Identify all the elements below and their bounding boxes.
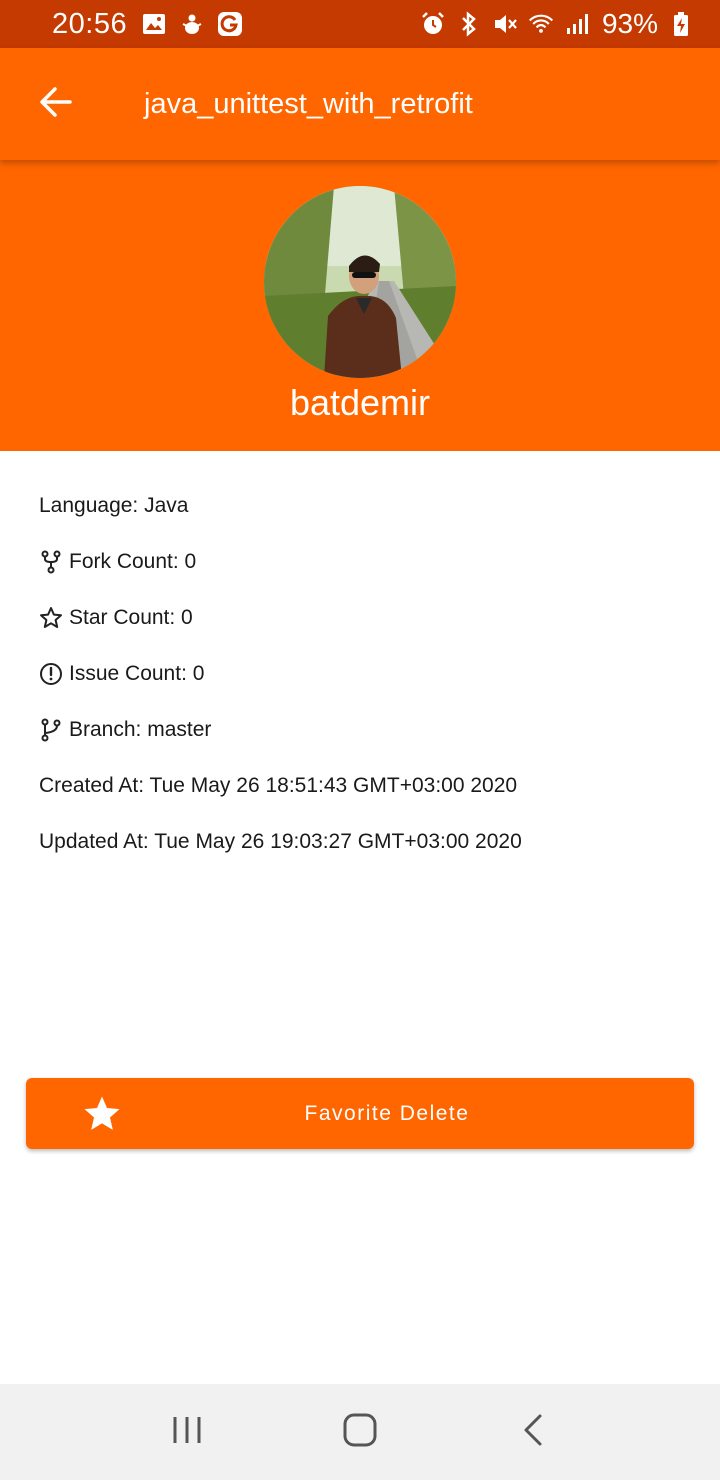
detail-language: Language: Java — [39, 478, 679, 534]
star-count-text: Star Count: 0 — [69, 606, 193, 629]
created-at-text: Created At: Tue May 26 18:51:43 GMT+03:0… — [39, 774, 518, 797]
detail-star-count: Star Count: 0 — [39, 590, 679, 646]
detail-updated-at: Updated At: Tue May 26 19:03:27 GMT+03:0… — [39, 814, 679, 870]
recents-icon — [171, 1414, 203, 1451]
star-icon — [82, 1094, 122, 1134]
alarm-icon — [420, 11, 446, 37]
image-icon — [141, 11, 167, 37]
arrow-back-icon — [38, 84, 74, 125]
branch-icon — [39, 718, 63, 742]
detail-fork-count: Fork Count: 0 — [39, 534, 679, 590]
back-nav-button[interactable] — [493, 1392, 573, 1472]
status-bar: 20:56 93% — [0, 0, 720, 48]
status-time: 20:56 — [52, 7, 128, 40]
star-outline-icon — [39, 606, 63, 630]
system-nav-bar — [0, 1384, 720, 1480]
branch-text: Branch: master — [69, 718, 212, 741]
issue-count-text: Issue Count: 0 — [69, 662, 205, 685]
app-bar: java_unittest_with_retrofit — [0, 48, 720, 160]
updated-at-text: Updated At: Tue May 26 19:03:27 GMT+03:0… — [39, 830, 522, 853]
favorite-delete-button[interactable]: Favorite Delete — [26, 1078, 694, 1149]
bluetooth-icon — [456, 11, 482, 37]
wifi-icon — [528, 11, 554, 37]
avatar — [264, 186, 456, 378]
mute-icon — [492, 11, 518, 37]
username: batdemir — [289, 382, 431, 423]
profile-header: batdemir — [0, 160, 720, 451]
chevron-left-icon — [522, 1413, 544, 1452]
battery-percent: 93% — [601, 8, 658, 39]
system-icons: 93% — [420, 8, 694, 40]
back-button[interactable] — [0, 48, 112, 160]
detail-branch: Branch: master — [39, 702, 679, 758]
fork-icon — [39, 550, 63, 574]
issue-icon — [39, 662, 63, 686]
bug-icon — [179, 11, 205, 37]
home-button[interactable] — [320, 1392, 400, 1472]
detail-created-at: Created At: Tue May 26 18:51:43 GMT+03:0… — [39, 758, 679, 814]
fork-count-text: Fork Count: 0 — [69, 550, 197, 573]
language-text: Language: Java — [39, 494, 189, 517]
page-title: java_unittest_with_retrofit — [144, 87, 473, 120]
home-icon — [343, 1413, 377, 1452]
signal-icon — [564, 11, 590, 37]
favorite-delete-label: Favorite Delete — [304, 1101, 470, 1125]
g-app-icon — [217, 11, 243, 37]
repo-details: Language: Java Fork Count: 0 Star Count:… — [39, 478, 679, 870]
detail-issue-count: Issue Count: 0 — [39, 646, 679, 702]
recent-apps-button[interactable] — [147, 1392, 227, 1472]
notification-icons — [141, 11, 243, 37]
battery-charging-icon — [668, 11, 694, 37]
